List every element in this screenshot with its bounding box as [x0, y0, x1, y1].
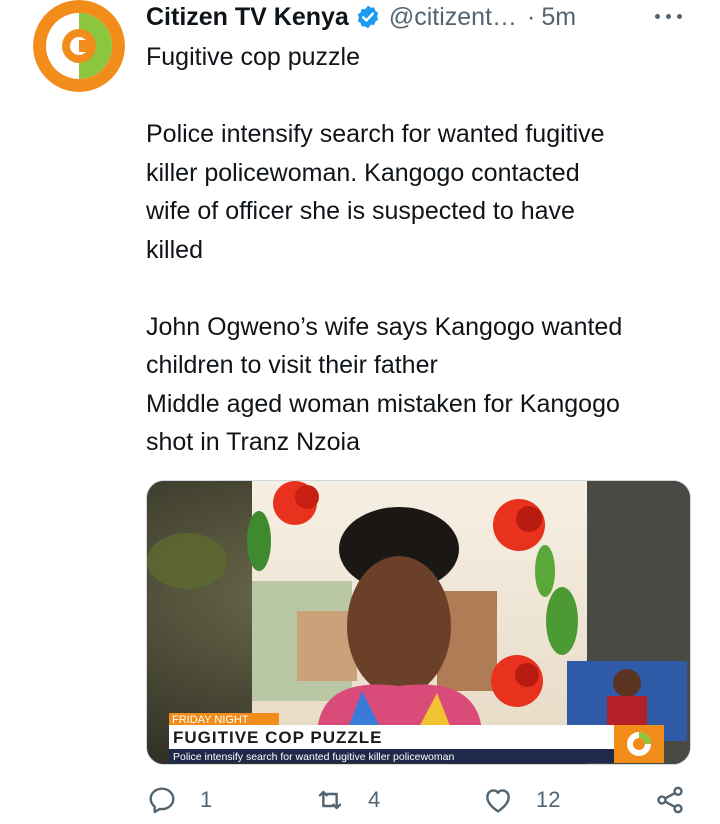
- tweet-line: Fugitive cop puzzle: [146, 43, 361, 71]
- tweet-media-video-frame[interactable]: FRIDAY NIGHT FUGITIVE COP PUZZLE Police …: [146, 480, 691, 765]
- author-handle[interactable]: @citizent…: [389, 3, 517, 32]
- author-avatar[interactable]: [33, 0, 125, 92]
- like-count: 12: [536, 787, 561, 812]
- retweet-count: 4: [368, 787, 381, 812]
- tweet-line: Police intensify search for wanted fugit…: [146, 120, 605, 148]
- like-button[interactable]: 12: [482, 784, 560, 816]
- tweet-line: killer policewoman. Kangogo contacted: [146, 158, 580, 187]
- tweet-line: Middle aged woman mistaken for Kangogo: [146, 389, 620, 418]
- tweet-header: Citizen TV Kenya @citizent… · 5m: [146, 0, 576, 34]
- tweet-timestamp[interactable]: 5m: [541, 3, 576, 32]
- tweet-line: John Ogweno’s wife says Kangogo wanted: [146, 312, 623, 341]
- retweet-icon: [318, 790, 342, 810]
- author-name[interactable]: Citizen TV Kenya: [146, 3, 349, 32]
- media-tag-text: FRIDAY NIGHT: [172, 714, 249, 726]
- reply-count: 1: [200, 787, 213, 812]
- reply-icon: [149, 787, 175, 814]
- retweet-button[interactable]: 4: [314, 784, 380, 816]
- verified-badge-icon: [355, 4, 381, 30]
- tweet-actions-bar: 1 4 12: [146, 784, 706, 824]
- more-options-icon[interactable]: [650, 4, 686, 28]
- media-headline-text: FUGITIVE COP PUZZLE: [173, 728, 382, 747]
- tweet-line: killed: [146, 235, 203, 264]
- citizen-tv-logo-icon: [33, 0, 125, 92]
- share-button[interactable]: [654, 784, 686, 816]
- tweet-line: shot in Tranz Nzoia: [146, 428, 360, 456]
- tweet-line: children to visit their father: [146, 351, 438, 379]
- tweet-text: Fugitive cop puzzle Police intensify sea…: [146, 38, 706, 462]
- reply-button[interactable]: 1: [146, 784, 212, 816]
- media-ticker-text: Police intensify search for wanted fugit…: [173, 751, 454, 763]
- news-broadcast-still: FRIDAY NIGHT FUGITIVE COP PUZZLE Police …: [147, 481, 690, 764]
- header-separator: ·: [527, 2, 536, 31]
- heart-icon: [486, 789, 510, 813]
- share-icon: [657, 786, 683, 814]
- tweet-line: wife of officer she is suspected to have: [146, 197, 575, 225]
